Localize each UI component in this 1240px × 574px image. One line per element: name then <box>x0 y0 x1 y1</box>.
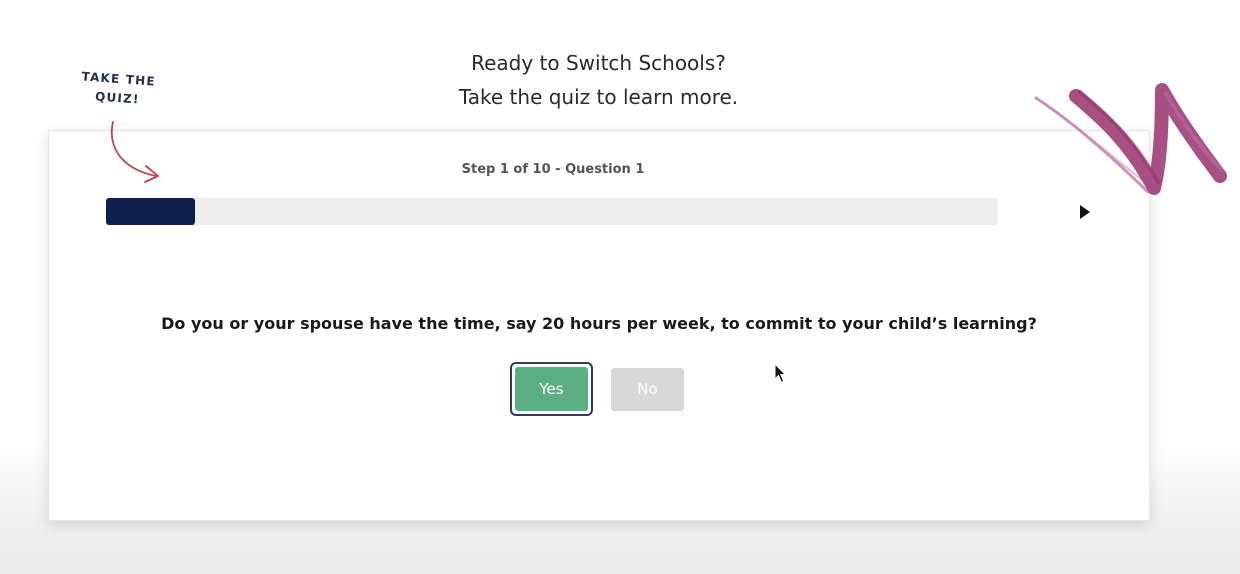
header-title: Ready to Switch Schools? <box>471 51 726 75</box>
curved-arrow-icon <box>111 121 159 183</box>
take-quiz-badge: TAKE THE QUIZ! <box>71 67 165 111</box>
mouse-cursor-icon <box>774 363 787 384</box>
header-subtitle: Take the quiz to learn more. <box>458 85 739 109</box>
progress-fill <box>106 198 196 225</box>
progress-bar <box>106 198 998 225</box>
brush-scribble <box>1034 83 1227 195</box>
no-button[interactable]: No <box>611 368 684 411</box>
step-label: Step 1 of 10 - Question 1 <box>461 162 645 177</box>
yes-button[interactable]: Yes <box>515 367 588 411</box>
quiz-card: Step 1 of 10 - Question 1 Do you or your… <box>48 130 1150 521</box>
page-header: Ready to Switch Schools? Take the quiz t… <box>0 46 1197 114</box>
yes-button-focus-ring[interactable]: Yes <box>510 362 593 416</box>
question-text: Do you or your spouse have the time, say… <box>161 314 1037 333</box>
